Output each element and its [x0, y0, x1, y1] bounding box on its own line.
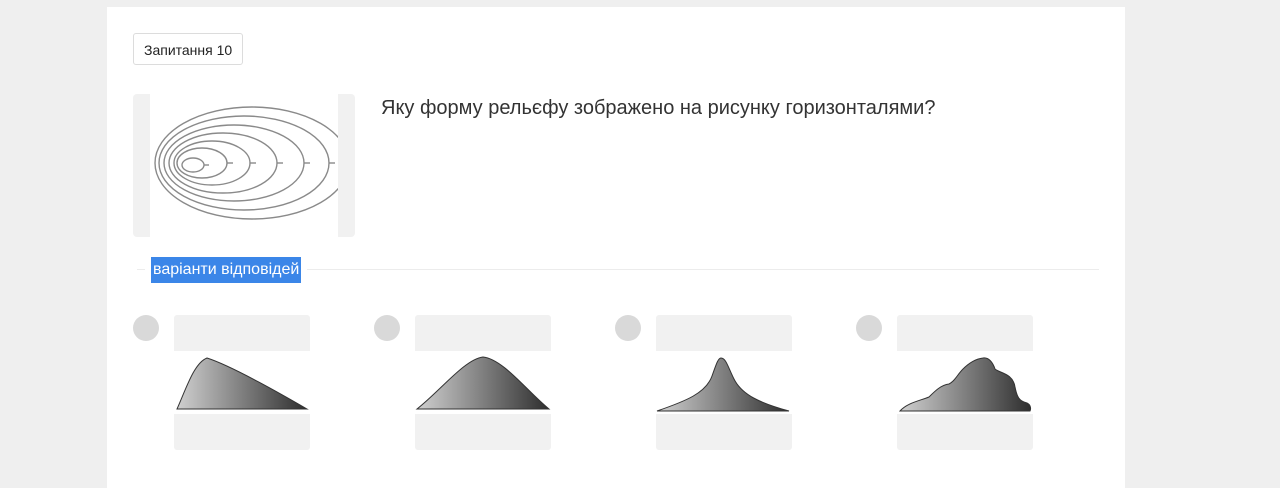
question-number-badge: Запитання 10 — [133, 33, 244, 65]
answer-image-card[interactable] — [656, 315, 792, 450]
answers-label-wrap: варіанти відповідей — [145, 257, 308, 283]
answers-label: варіанти відповідей — [151, 257, 302, 283]
answer-image — [174, 351, 310, 414]
question-text: Яку форму рельєфу зображено на рисунку г… — [381, 97, 936, 119]
answer-image — [897, 351, 1033, 414]
answer-option-3[interactable] — [615, 315, 795, 455]
answer-option-1[interactable] — [133, 315, 313, 455]
radio-button[interactable] — [133, 315, 159, 341]
question-image-frame — [133, 94, 355, 237]
answer-image-card[interactable] — [174, 315, 310, 450]
symmetric-hill-icon — [415, 356, 551, 410]
uneven-mountain-icon — [898, 357, 1032, 412]
radio-button[interactable] — [374, 315, 400, 341]
contour-lines-image — [150, 94, 350, 237]
answer-image — [415, 351, 551, 414]
answer-image-card[interactable] — [415, 315, 551, 450]
answer-option-4[interactable] — [856, 315, 1036, 455]
question-card: Запитання 10 Яку форму рельєфу зображено… — [107, 7, 1125, 488]
radio-button[interactable] — [615, 315, 641, 341]
answer-image — [656, 351, 792, 414]
answer-image-card[interactable] — [897, 315, 1033, 450]
answer-option-2[interactable] — [374, 315, 554, 455]
steep-peak-mountain-icon — [656, 357, 790, 412]
gentle-slope-hill-icon — [176, 357, 309, 410]
contour-lines-icon — [154, 106, 350, 220]
radio-button[interactable] — [856, 315, 882, 341]
